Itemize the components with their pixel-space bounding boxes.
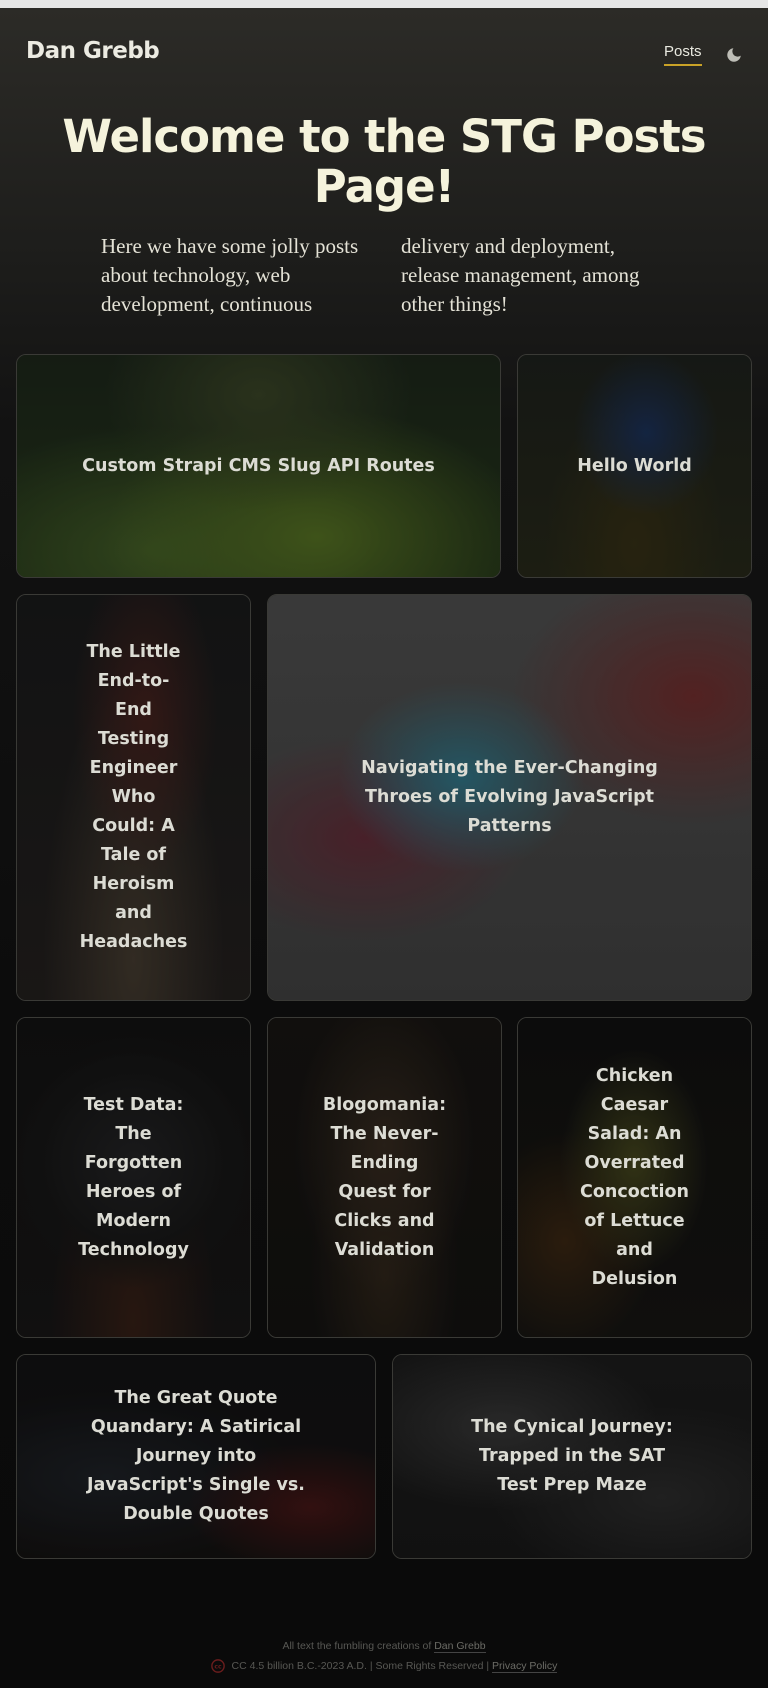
post-card-title: Custom Strapi CMS Slug API Routes xyxy=(82,455,435,476)
page-intro: Here we have some jolly posts about tech… xyxy=(101,234,640,316)
post-card-title: Hello World xyxy=(577,455,692,476)
post-card[interactable]: Hello World xyxy=(517,354,752,578)
privacy-policy-link[interactable]: Privacy Policy xyxy=(492,1660,558,1673)
post-card[interactable]: Blogomania: The Never-Ending Quest for C… xyxy=(267,1017,502,1338)
post-card[interactable]: The Great Quote Quandary: A Satirical Jo… xyxy=(16,1354,376,1559)
moon-icon xyxy=(727,47,741,62)
post-card-title: Blogomania: The Never-Ending Quest for C… xyxy=(322,1094,447,1260)
footer-credit: All text the fumbling creations of Dan G… xyxy=(282,1640,486,1653)
post-card-title: The Great Quote Quandary: A Satirical Jo… xyxy=(87,1388,305,1524)
nav-link-posts[interactable]: Posts xyxy=(664,43,702,66)
theme-toggle-button[interactable] xyxy=(722,44,746,68)
post-card[interactable]: Custom Strapi CMS Slug API Routes xyxy=(16,354,501,578)
footer-author-link[interactable]: Dan Grebb xyxy=(434,1640,486,1653)
post-card-title: Chicken Caesar Salad: An Overrated Conco… xyxy=(580,1065,689,1289)
post-card[interactable]: Test Data: The Forgotten Heroes of Moder… xyxy=(16,1017,251,1338)
creative-commons-icon: cc xyxy=(210,1659,225,1674)
site-footer: All text the fumbling creations of Dan G… xyxy=(0,1636,768,1676)
post-card-title: Test Data: The Forgotten Heroes of Moder… xyxy=(78,1094,189,1260)
post-card-title: Navigating the Ever-Changing Throes of E… xyxy=(361,758,658,836)
post-card-title: The Cynical Journey: Trapped in the SAT … xyxy=(471,1417,673,1495)
post-card[interactable]: The Cynical Journey: Trapped in the SAT … xyxy=(392,1354,752,1559)
page-title: Welcome to the STG Posts Page! xyxy=(62,110,706,213)
footer-license: cc CC 4.5 billion B.C.-2023 A.D. | Some … xyxy=(0,1656,768,1676)
post-card[interactable]: The Little End-to-End Testing Engineer W… xyxy=(16,594,251,1001)
brand-logo-link[interactable]: Dan Grebb xyxy=(26,38,160,64)
site-header: Dan Grebb Posts xyxy=(0,8,768,100)
post-card[interactable]: Navigating the Ever-Changing Throes of E… xyxy=(267,594,752,1001)
svg-text:cc: cc xyxy=(214,1664,222,1671)
post-card[interactable]: Chicken Caesar Salad: An Overrated Conco… xyxy=(517,1017,752,1338)
browser-top-strip xyxy=(0,0,768,8)
post-card-title: The Little End-to-End Testing Engineer W… xyxy=(79,642,188,952)
